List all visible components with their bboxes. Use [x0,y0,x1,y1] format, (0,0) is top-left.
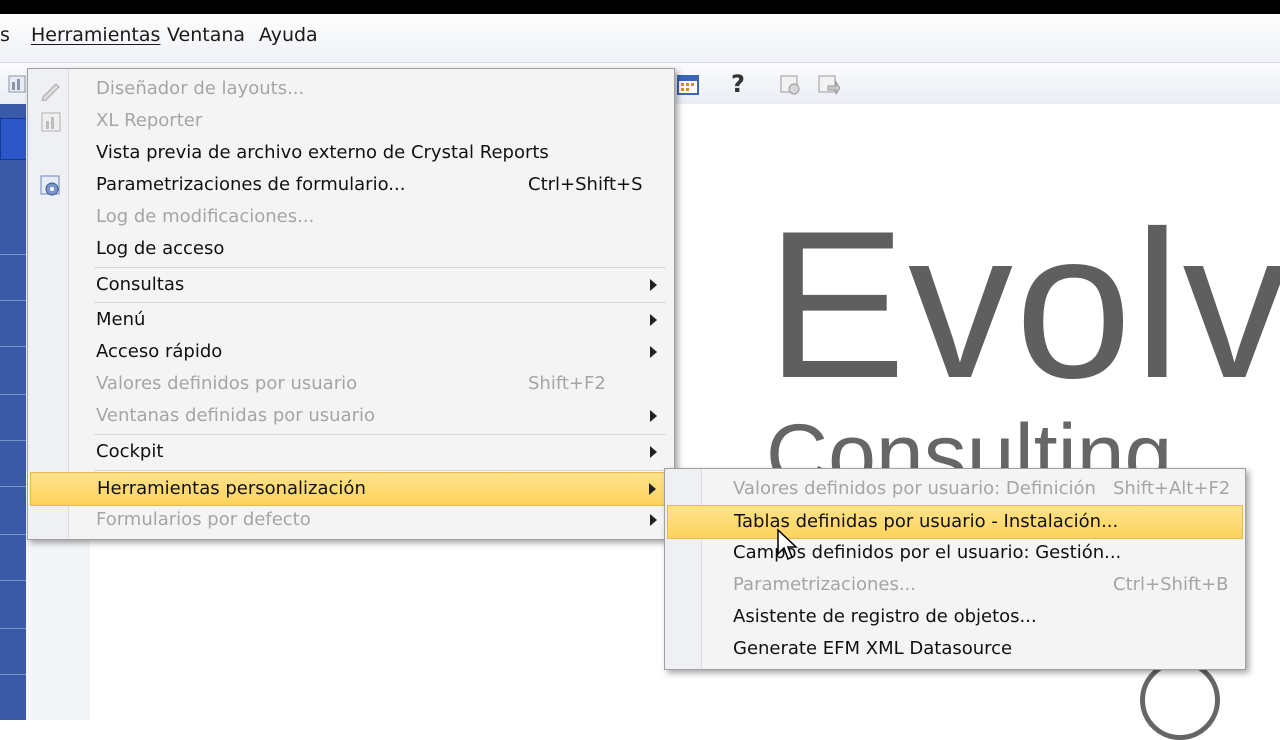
menu-item-truncated[interactable]: s [0,24,10,46]
menu-item-label: Parametrizaciones de formulario... [96,174,406,195]
form-settings-icon [40,175,60,196]
menu-item-label: Generate EFM XML Datasource [733,638,1013,659]
submenu-arrow-icon [650,514,657,526]
menu-item-cockpit[interactable]: Cockpit [30,436,672,468]
calendar-icon[interactable] [675,71,701,97]
menu-item-label: Valores definidos por usuario: Definició… [733,478,1096,499]
menu-item-menu[interactable]: Menú [30,304,672,336]
menu-item-label: Parametrizaciones... [733,574,916,595]
menu-item-form-settings[interactable]: Parametrizaciones de formulario... Ctrl+… [30,169,672,201]
pencil-icon [41,83,60,101]
menu-item-label: Valores definidos por usuario [96,373,358,394]
menu-item-ventana[interactable]: Ventana [167,24,245,46]
left-navigation-pane [0,104,28,720]
menu-separator [94,434,666,435]
nav-divider [0,628,26,629]
menu-item-change-log[interactable]: Log de modificaciones... [30,201,672,233]
form-settings-icon[interactable] [777,71,803,97]
menu-item-consultas[interactable]: Consultas [30,269,672,301]
xl-reporter-icon [41,112,61,132]
menu-item-shortcut: Ctrl+Shift+B [1113,574,1229,595]
menu-item-shortcut: Shift+Alt+F2 [1113,478,1231,499]
menu-item-label: Herramientas personalización [97,478,366,499]
menu-item-quick-access[interactable]: Acceso rápido [30,336,672,368]
submenu-item-user-values-definition[interactable]: Valores definidos por usuario: Definició… [667,473,1243,505]
menu-item-ayuda[interactable]: Ayuda [259,24,318,46]
herramientas-menu: Diseñador de layouts... XL Reporter Vist… [27,68,675,540]
submenu-arrow-icon [650,314,657,326]
menu-item-customization-tools[interactable]: Herramientas personalización [30,472,672,506]
logo-fragment [1140,660,1220,740]
nav-divider [0,346,26,347]
submenu-arrow-icon [650,279,657,291]
customization-tools-submenu: Valores definidos por usuario: Definició… [664,468,1246,670]
submenu-arrow-icon [650,346,657,358]
submenu-item-efm-xml-datasource[interactable]: Generate EFM XML Datasource [667,633,1243,665]
submenu-item-object-registration-wizard[interactable]: Asistente de registro de objetos... [667,601,1243,633]
menu-item-shortcut: Shift+F2 [528,373,606,394]
submenu-item-user-fields-management[interactable]: Campos definidos por el usuario: Gestión… [667,537,1243,569]
menu-item-label: Vista previa de archivo externo de Cryst… [96,142,549,163]
menu-item-access-log[interactable]: Log de acceso [30,233,672,265]
submenu-item-parametrizations[interactable]: Parametrizaciones... Ctrl+Shift+B [667,569,1243,601]
submenu-arrow-icon [649,483,656,495]
help-icon[interactable]: ? [725,70,751,98]
nav-divider [0,674,26,675]
menu-item-label: Asistente de registro de objetos... [733,606,1037,627]
form-export-icon[interactable] [815,71,841,97]
menu-separator [94,470,666,471]
nav-divider [0,440,26,441]
nav-divider [0,254,26,255]
nav-tab[interactable] [0,118,28,160]
menu-bar: s Herramientas Ventana Ayuda [0,14,1280,62]
nav-divider [0,300,26,301]
menu-item-label: Formularios por defecto [96,509,311,530]
menu-item-label: XL Reporter [96,110,203,131]
nav-divider [0,486,26,487]
menu-item-label: Diseñador de layouts... [96,78,305,99]
menu-item-label: Acceso rápido [96,341,223,362]
window-top-border [0,0,1280,14]
menu-item-herramientas[interactable]: Herramientas [31,24,160,46]
nav-divider [0,394,26,395]
menu-item-user-values[interactable]: Valores definidos por usuario Shift+F2 [30,368,672,400]
menu-separator [94,267,666,268]
menu-item-default-forms[interactable]: Formularios por defecto [30,504,672,536]
menu-item-user-windows[interactable]: Ventanas definidas por usuario [30,400,672,432]
menu-separator [94,302,666,303]
menu-item-label: Log de modificaciones... [96,206,315,227]
mouse-cursor-icon [777,528,798,561]
nav-divider [0,534,26,535]
menu-item-crystal-preview[interactable]: Vista previa de archivo externo de Cryst… [30,137,672,169]
menu-item-label: Menú [96,309,146,330]
menu-item-label: Log de acceso [96,238,225,259]
menu-item-xl-reporter[interactable]: XL Reporter [30,105,672,137]
menu-item-label: Cockpit [96,441,164,462]
submenu-item-user-tables-setup[interactable]: Tablas definidas por usuario - Instalaci… [667,505,1243,539]
menu-item-label: Ventanas definidas por usuario [96,405,376,426]
menu-item-label: Consultas [96,274,185,295]
nav-divider [0,580,26,581]
menu-item-layout-designer[interactable]: Diseñador de layouts... [30,73,672,105]
submenu-arrow-icon [650,446,657,458]
menu-item-shortcut: Ctrl+Shift+S [528,174,643,195]
submenu-arrow-icon [650,410,657,422]
logo-main-text: Evolv [766,187,1280,422]
